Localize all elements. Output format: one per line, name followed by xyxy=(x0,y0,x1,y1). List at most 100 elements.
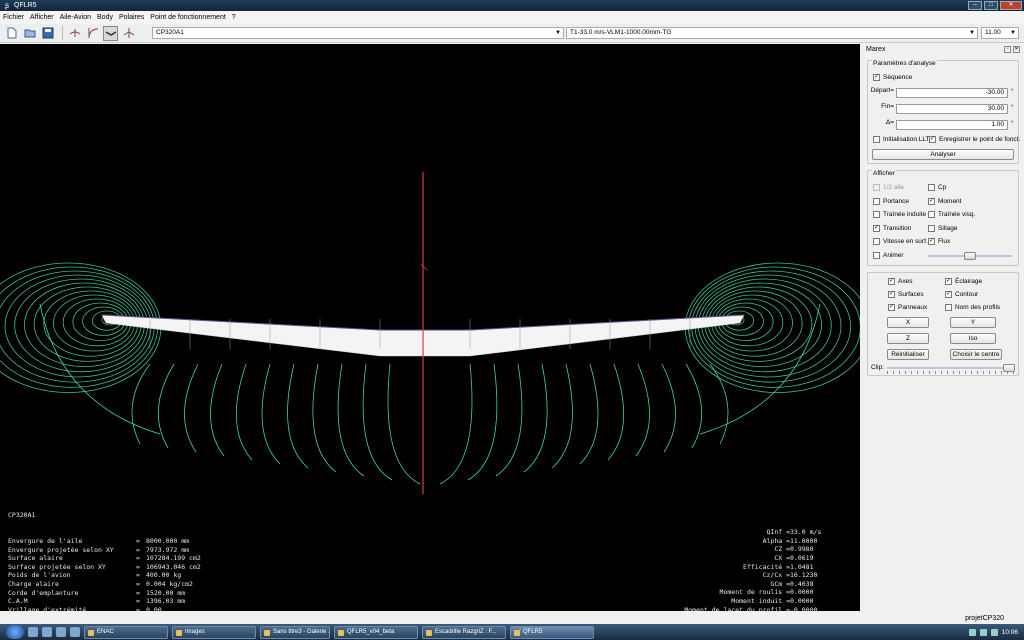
outline-checkbox-box[interactable]: ✓ xyxy=(945,291,952,298)
foil-names-checkbox-box[interactable] xyxy=(945,304,952,311)
close-button[interactable]: ✕ xyxy=(1000,1,1022,10)
menu-point-de-fonctionnement[interactable]: Point de fonctionnement xyxy=(150,14,226,21)
quicklaunch-desktop-icon[interactable] xyxy=(70,627,80,637)
maximize-button[interactable]: □ xyxy=(984,1,998,10)
volume-icon[interactable] xyxy=(990,628,998,636)
axes-checkbox[interactable]: ✓ Axes xyxy=(888,278,912,285)
z-view-button[interactable]: Z xyxy=(887,333,929,344)
surf-speed-checkbox[interactable]: Vitesse en surf. xyxy=(873,238,928,245)
lift-checkbox[interactable]: Portance xyxy=(873,198,909,205)
induced-drag-checkbox[interactable]: Traînée induite xyxy=(873,211,926,218)
y-view-button[interactable]: Y xyxy=(950,317,996,328)
quicklaunch-trash-icon[interactable] xyxy=(42,627,52,637)
llt-init-checkbox-box[interactable] xyxy=(873,136,880,143)
menu-aile-avion[interactable]: Aile-Avion xyxy=(60,14,91,21)
animate-checkbox[interactable]: Animer xyxy=(873,252,904,259)
animate-checkbox-box[interactable] xyxy=(873,252,880,259)
surfaces-checkbox[interactable]: ✓ Surfaces xyxy=(888,291,924,298)
clip-slider-handle[interactable] xyxy=(1003,364,1015,372)
panels-label: Panneaux xyxy=(898,304,928,311)
axes-checkbox-box[interactable]: ✓ xyxy=(888,278,895,285)
task-qflr5-beta[interactable]: QFLR5_v04_beta xyxy=(334,625,418,639)
task-qflr5[interactable]: QFLR5 xyxy=(510,625,594,639)
view-options-group: ✓ Axes ✓ Éclairage ✓ Surfaces ✓ Contour … xyxy=(867,272,1019,376)
plane-info-row: Envergure de l'aile = 8000.000 mm xyxy=(8,537,201,546)
opp-result-label: Moment induit = xyxy=(731,596,790,605)
panels-checkbox-box[interactable]: ✓ xyxy=(888,304,895,311)
language-icon[interactable] xyxy=(968,628,976,636)
open-file-icon[interactable] xyxy=(22,26,37,41)
moment-checkbox-box[interactable]: ✓ xyxy=(928,198,935,205)
store-opp-checkbox-box[interactable]: ✓ xyxy=(929,136,936,143)
menu-body[interactable]: Body xyxy=(97,14,113,21)
delta-field[interactable]: 1.00 xyxy=(896,120,1008,130)
animation-speed-slider[interactable] xyxy=(928,252,1012,260)
menu-fichier[interactable]: Fichier xyxy=(3,14,24,21)
wake-checkbox[interactable]: Sillage xyxy=(928,225,958,232)
save-icon[interactable] xyxy=(40,26,55,41)
analyze-button[interactable]: Analyser xyxy=(872,149,1014,160)
lighting-checkbox[interactable]: ✓ Éclairage xyxy=(945,278,982,285)
quicklaunch-media-icon[interactable] xyxy=(56,627,66,637)
panel-close-button[interactable]: ✕ xyxy=(1013,46,1020,53)
wake-checkbox-box[interactable] xyxy=(928,225,935,232)
x-view-button[interactable]: X xyxy=(887,317,929,328)
llt-init-checkbox[interactable]: Initialisation LLT xyxy=(873,136,930,143)
slider-handle[interactable] xyxy=(964,252,976,260)
plane-name: CP320A1 xyxy=(8,511,36,520)
half-wing-checkbox[interactable]: 1/2 aile xyxy=(873,184,904,191)
visc-drag-checkbox[interactable]: Traînée visq. xyxy=(928,211,975,218)
sequence-checkbox[interactable]: ✓ Séquence xyxy=(873,74,912,81)
start-button[interactable] xyxy=(6,625,24,639)
outline-checkbox[interactable]: ✓ Contour xyxy=(945,291,978,298)
polar-view-icon[interactable] xyxy=(85,26,100,41)
surf-speed-checkbox-box[interactable] xyxy=(873,238,880,245)
menu-afficher[interactable]: Afficher xyxy=(30,14,54,21)
foil-names-checkbox[interactable]: Nom des profils xyxy=(945,304,1000,311)
cp-checkbox[interactable]: Cp xyxy=(928,184,946,191)
polar-select[interactable]: T1-33.0 m/s-VLM1-1000.00mm-TG ▼ xyxy=(566,27,978,39)
store-opp-checkbox[interactable]: ✓ Enregistrer le point de fonct. xyxy=(929,136,1020,143)
menu-polaires[interactable]: Polaires xyxy=(119,14,144,21)
opp-select[interactable]: 11.00 ▼ xyxy=(981,27,1019,39)
3d-view-icon[interactable] xyxy=(103,25,118,41)
3d-viewport[interactable]: CP320A1 Envergure de l'aile = 8000.000 mm E… xyxy=(0,44,860,611)
task-images[interactable]: Images xyxy=(172,625,256,639)
opp-view-icon[interactable] xyxy=(67,26,82,41)
task-gallery[interactable]: Sans titre3 - Galerie ... xyxy=(260,625,330,639)
cp-checkbox-box[interactable] xyxy=(928,184,935,191)
moment-checkbox[interactable]: ✓ Moment xyxy=(928,198,961,205)
lift-checkbox-box[interactable] xyxy=(873,198,880,205)
cp-view-icon[interactable] xyxy=(121,26,136,41)
minimize-button[interactable]: – xyxy=(968,1,982,10)
panel-float-button[interactable]: ▫ xyxy=(1004,46,1011,53)
clip-slider[interactable] xyxy=(887,364,1015,374)
pick-center-button[interactable]: Choisir le centre xyxy=(950,349,1002,360)
network-icon[interactable] xyxy=(979,628,987,636)
lighting-checkbox-box[interactable]: ✓ xyxy=(945,278,952,285)
plane-select[interactable]: CP320A1 ▼ xyxy=(152,27,564,39)
surfaces-checkbox-box[interactable]: ✓ xyxy=(888,291,895,298)
flow-checkbox[interactable]: ✓ Flux xyxy=(928,238,950,245)
iso-view-button[interactable]: Iso xyxy=(950,333,996,344)
analysis-group-title: Paramètres d'analyse xyxy=(872,60,937,67)
quicklaunch-browser-icon[interactable] xyxy=(28,627,38,637)
transition-checkbox[interactable]: ✓ Transition xyxy=(873,225,911,232)
sequence-checkbox-box[interactable]: ✓ xyxy=(873,74,880,81)
half-wing-checkbox-box[interactable] xyxy=(873,184,880,191)
reset-view-button[interactable]: Réinitialiser xyxy=(887,349,929,360)
induced-drag-checkbox-box[interactable] xyxy=(873,211,880,218)
end-field[interactable]: 30.00 xyxy=(896,104,1008,114)
plane-info-value: 400.00 kg xyxy=(146,571,182,580)
task-enac[interactable]: ENAC xyxy=(84,625,168,639)
flow-checkbox-box[interactable]: ✓ xyxy=(928,238,935,245)
transition-checkbox-box[interactable]: ✓ xyxy=(873,225,880,232)
start-field[interactable]: -30.00 xyxy=(896,88,1008,98)
menu-help[interactable]: ? xyxy=(232,14,236,21)
panels-checkbox[interactable]: ✓ Panneaux xyxy=(888,304,927,311)
new-file-icon[interactable] xyxy=(4,26,19,41)
task-escadrille[interactable]: Escadrille RazgriZ : F... xyxy=(422,625,506,639)
visc-drag-checkbox-box[interactable] xyxy=(928,211,935,218)
status-bar xyxy=(0,611,862,624)
chevron-down-icon: ▼ xyxy=(969,30,975,36)
